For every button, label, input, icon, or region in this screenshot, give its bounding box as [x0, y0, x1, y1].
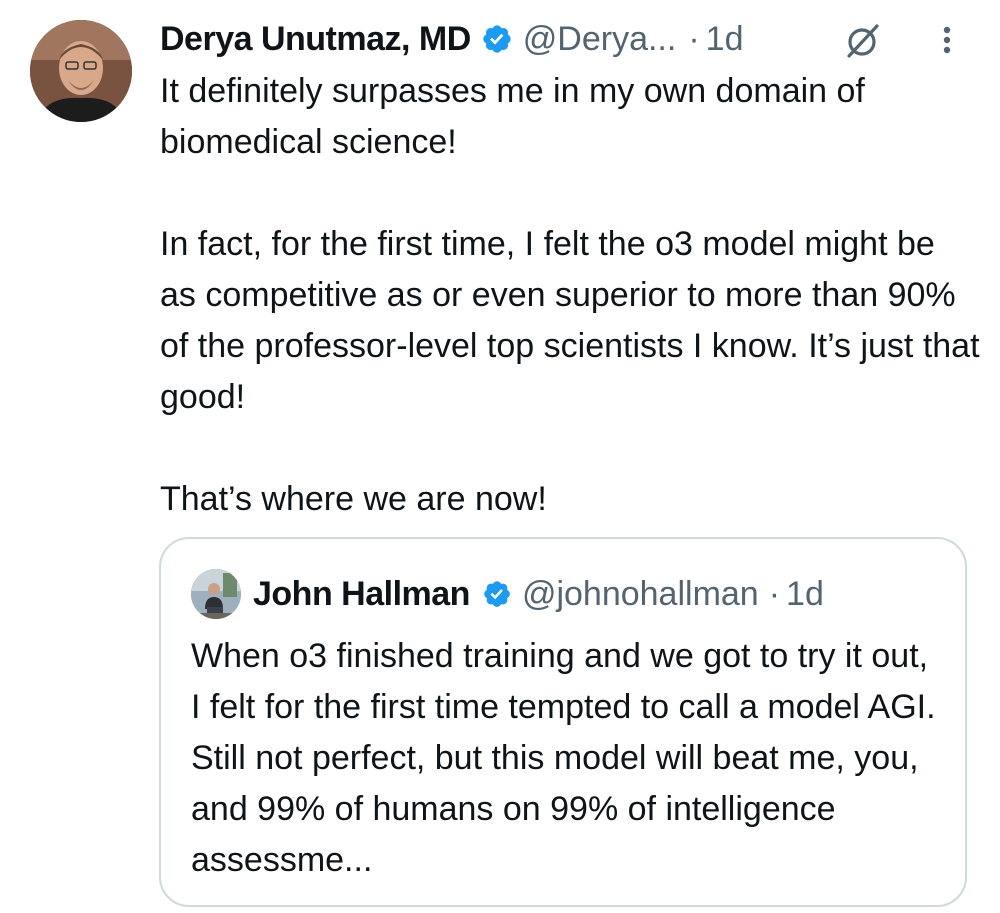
quoted-tweet-text: When o3 finished training and we got to …	[191, 637, 936, 879]
separator-dot: ·	[688, 19, 700, 58]
tweet-header: Derya Unutmaz, MD @Derya... · 1d	[160, 14, 744, 64]
tweet[interactable]: Derya Unutmaz, MD @Derya... · 1d It defi…	[0, 0, 1000, 913]
author-avatar[interactable]	[30, 20, 132, 122]
verified-badge-icon[interactable]	[482, 579, 512, 609]
more-options-icon[interactable]	[935, 22, 959, 58]
quoted-author-avatar[interactable]	[191, 569, 241, 619]
quoted-author-name[interactable]: John Hallman	[253, 575, 470, 614]
quoted-tweet[interactable]: John Hallman @johnohallman · 1d When o3 …	[159, 537, 967, 907]
verified-badge-icon[interactable]	[481, 23, 513, 55]
tweet-paragraph: It definitely surpasses me in my own dom…	[160, 72, 865, 161]
author-name[interactable]: Derya Unutmaz, MD	[160, 20, 471, 59]
quoted-tweet-timestamp[interactable]: 1d	[786, 575, 824, 614]
tweet-text: It definitely surpasses me in my own dom…	[160, 66, 980, 525]
author-handle[interactable]: @Derya...	[523, 20, 677, 59]
quoted-author-handle[interactable]: @johnohallman	[522, 575, 759, 614]
quoted-tweet-header: John Hallman @johnohallman · 1d	[253, 569, 824, 619]
grok-icon[interactable]	[843, 20, 883, 60]
tweet-timestamp[interactable]: 1d	[706, 20, 744, 59]
separator-dot: ·	[768, 574, 781, 613]
tweet-paragraph: That’s where we are now!	[160, 480, 547, 518]
tweet-paragraph: In fact, for the first time, I felt the …	[160, 225, 980, 416]
